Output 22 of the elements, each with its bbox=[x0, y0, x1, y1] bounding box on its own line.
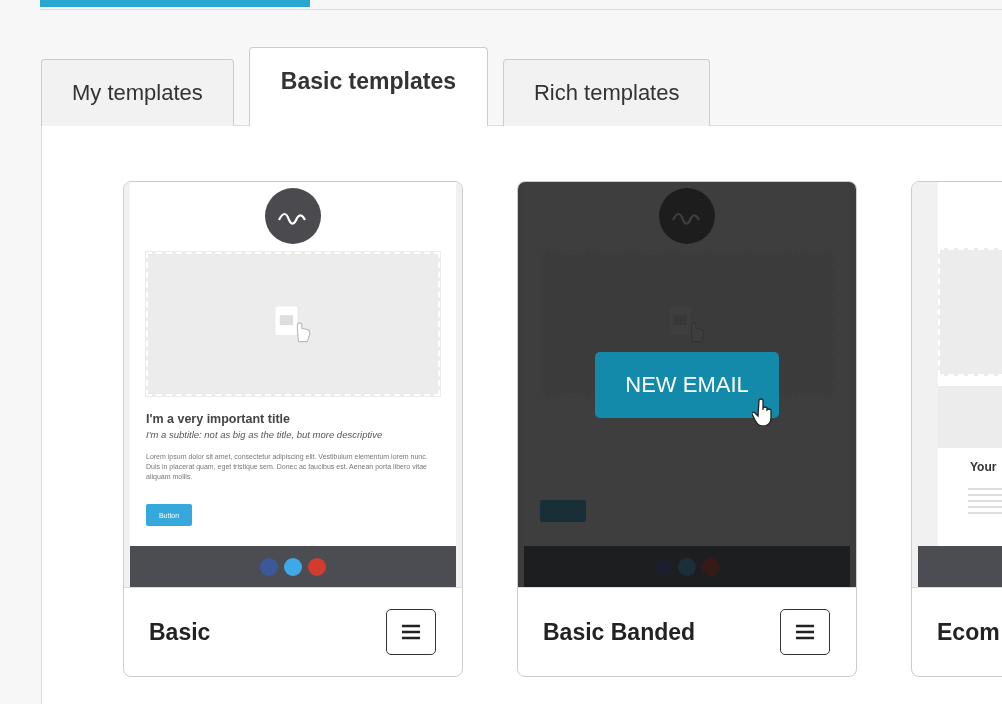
logo-icon bbox=[265, 188, 321, 244]
email-title: I'm a very important title bbox=[146, 412, 291, 426]
email-title: Your bbox=[969, 460, 998, 474]
template-name: Basic Banded bbox=[543, 618, 696, 646]
template-tab[interactable]: Basic templates bbox=[248, 47, 488, 126]
social-icon bbox=[259, 556, 279, 577]
template-card[interactable]: NEW EMAIL Basic Banded bbox=[517, 181, 857, 677]
template-name: Basic bbox=[149, 618, 211, 646]
template-tab[interactable]: My templates bbox=[41, 59, 234, 126]
social-icon bbox=[307, 556, 327, 577]
menu-icon bbox=[401, 624, 421, 640]
social-icon bbox=[283, 556, 303, 577]
new-email-button[interactable]: NEW EMAIL bbox=[595, 352, 779, 418]
menu-button[interactable] bbox=[386, 609, 436, 655]
template-card[interactable]: Your Ecom bbox=[911, 181, 1002, 677]
menu-icon bbox=[795, 624, 815, 640]
template-tab[interactable]: Rich templates bbox=[502, 59, 711, 126]
template-card[interactable] bbox=[123, 181, 463, 677]
email-subtitle: I'm a subtitle: not as big as the title, but more descriptive bbox=[146, 429, 384, 440]
menu-button[interactable] bbox=[780, 609, 830, 655]
hand-cursor-icon bbox=[752, 398, 774, 426]
template-name: Ecom bbox=[937, 618, 1000, 646]
